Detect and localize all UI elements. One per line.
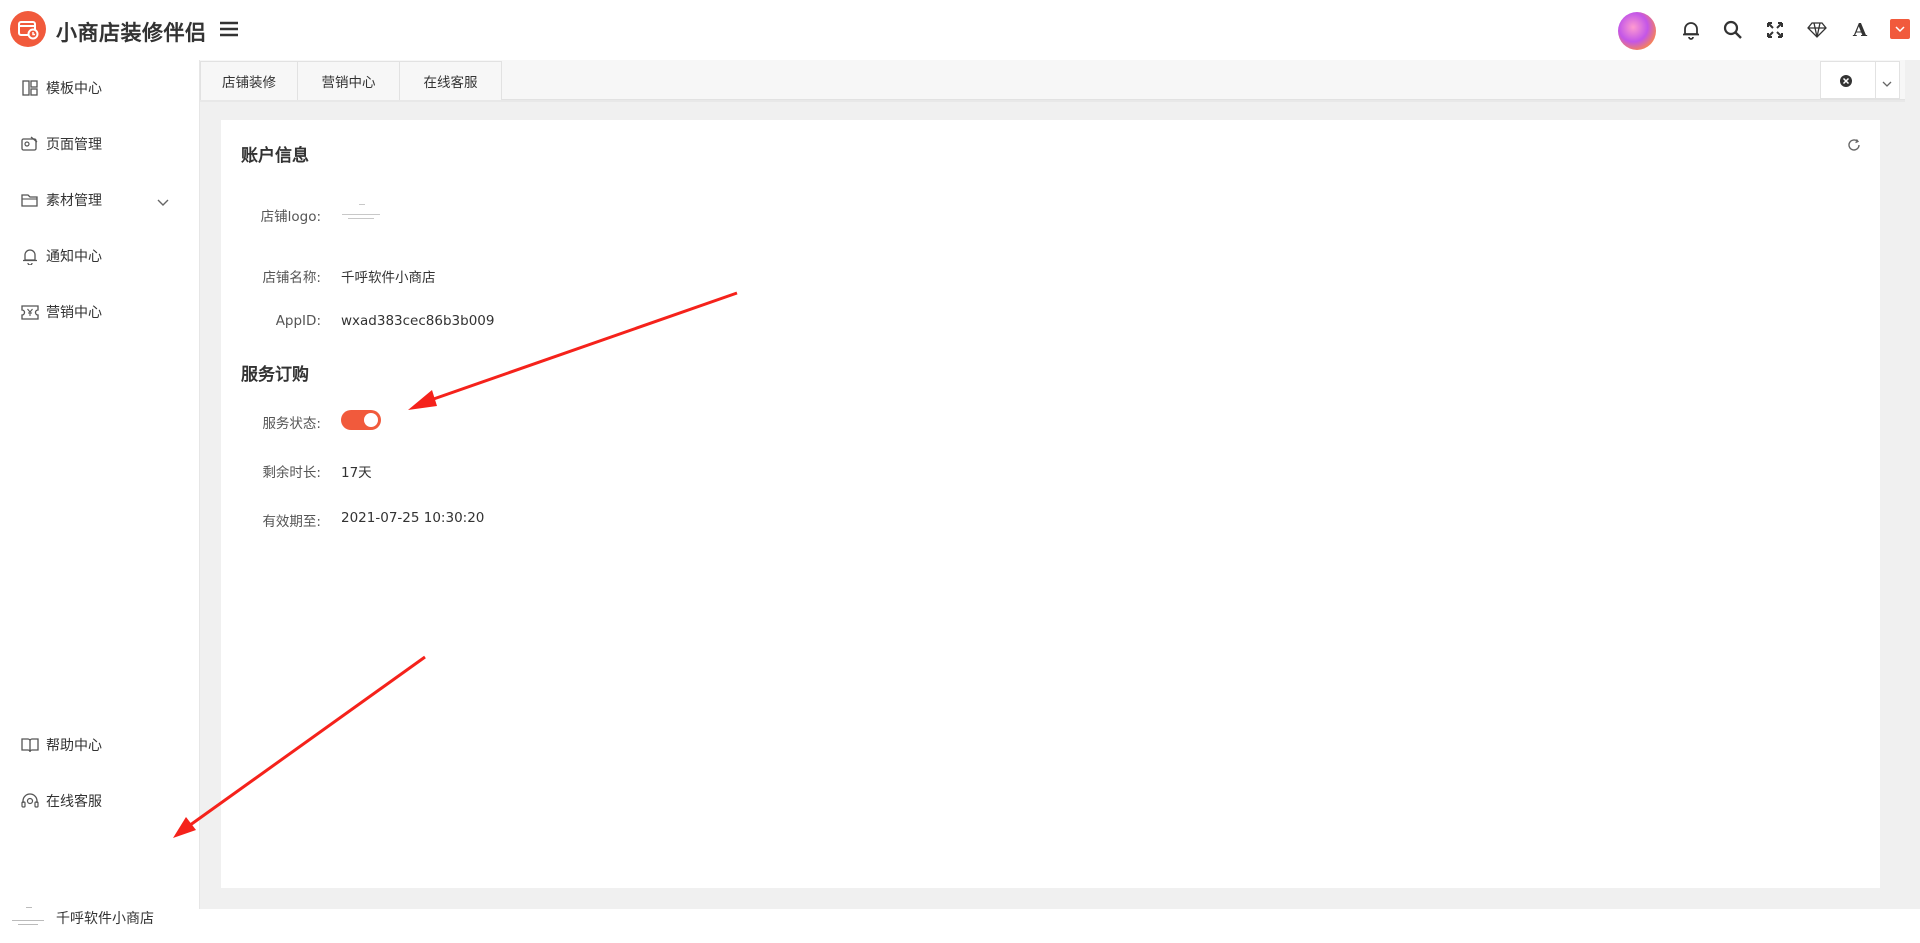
sidebar-item-materials[interactable]: 素材管理 (0, 177, 200, 223)
top-bar: 小商店装修伴侣 A (0, 0, 1920, 60)
store-name: 千呼软件小商店 (56, 911, 154, 927)
tab-support[interactable]: 在线客服 (399, 61, 502, 100)
sidebar-item-label: 模板中心 (46, 81, 102, 97)
remaining-value: 17天 (341, 465, 372, 481)
tab-store-decoration[interactable]: 店铺装修 (200, 61, 298, 100)
sidebar-item-marketing[interactable]: 营销中心 (0, 289, 200, 335)
app-title: 小商店装修伴侣 (56, 21, 207, 45)
appid-value: wxad383cec86b3b009 (341, 313, 495, 329)
theme-color-icon[interactable] (1890, 19, 1910, 39)
tab-tools (1820, 61, 1900, 100)
appid-label: AppID: (275, 313, 321, 329)
tab-underline (200, 100, 1905, 102)
bell-icon[interactable] (1679, 18, 1703, 42)
template-icon (20, 78, 40, 98)
book-icon (20, 735, 40, 755)
diamond-icon[interactable] (1805, 18, 1829, 42)
bell-icon (20, 246, 40, 266)
service-status-switch[interactable] (341, 410, 381, 430)
account-card (221, 120, 1880, 888)
store-logo-label: 店铺logo: (260, 209, 321, 225)
sidebar-item-label: 页面管理 (46, 137, 102, 153)
fullscreen-icon[interactable] (1763, 18, 1787, 42)
store-profile[interactable]: 千呼软件小商店 (0, 893, 200, 943)
avatar[interactable] (1618, 12, 1656, 50)
app-logo-icon (10, 11, 46, 47)
store-name-value: 千呼软件小商店 (341, 270, 436, 286)
search-icon[interactable] (1721, 18, 1745, 42)
sidebar-item-notifications[interactable]: 通知中心 (0, 233, 200, 279)
sidebar-item-support[interactable]: 在线客服 (0, 778, 200, 824)
sidebar-item-label: 营销中心 (46, 305, 102, 321)
chevron-down-icon[interactable] (1881, 74, 1893, 93)
refresh-icon[interactable] (1847, 137, 1861, 156)
sidebar-item-templates[interactable]: 模板中心 (0, 65, 200, 111)
service-title: 服务订购 (241, 365, 309, 385)
page-icon (20, 134, 40, 154)
folder-icon (20, 190, 40, 210)
coupon-icon (20, 302, 40, 322)
sidebar-item-label: 在线客服 (46, 794, 102, 810)
sidebar-item-label: 素材管理 (46, 193, 102, 209)
sidebar: 模板中心 页面管理 素材管理 通知中心 营销中心 帮助中心 在线客服 千呼软件小… (0, 60, 200, 927)
remaining-label: 剩余时长: (262, 465, 321, 481)
tab-marketing[interactable]: 营销中心 (297, 61, 400, 100)
sidebar-item-label: 通知中心 (46, 249, 102, 265)
menu-toggle-icon[interactable] (218, 18, 242, 42)
font-icon[interactable]: A (1848, 18, 1872, 42)
expire-value: 2021-07-25 10:30:20 (341, 510, 485, 526)
store-name-label: 店铺名称: (262, 270, 321, 286)
store-logo-image (340, 198, 382, 230)
chevron-down-icon (157, 192, 169, 211)
expire-label: 有效期至: (262, 514, 321, 530)
sidebar-item-pages[interactable]: 页面管理 (0, 121, 200, 167)
close-tab-icon[interactable] (1839, 73, 1853, 92)
account-info-title: 账户信息 (241, 146, 309, 166)
sidebar-item-help[interactable]: 帮助中心 (0, 722, 200, 768)
service-status-label: 服务状态: (262, 416, 321, 432)
headset-icon (20, 791, 40, 811)
store-avatar (10, 903, 46, 933)
sidebar-item-label: 帮助中心 (46, 738, 102, 754)
